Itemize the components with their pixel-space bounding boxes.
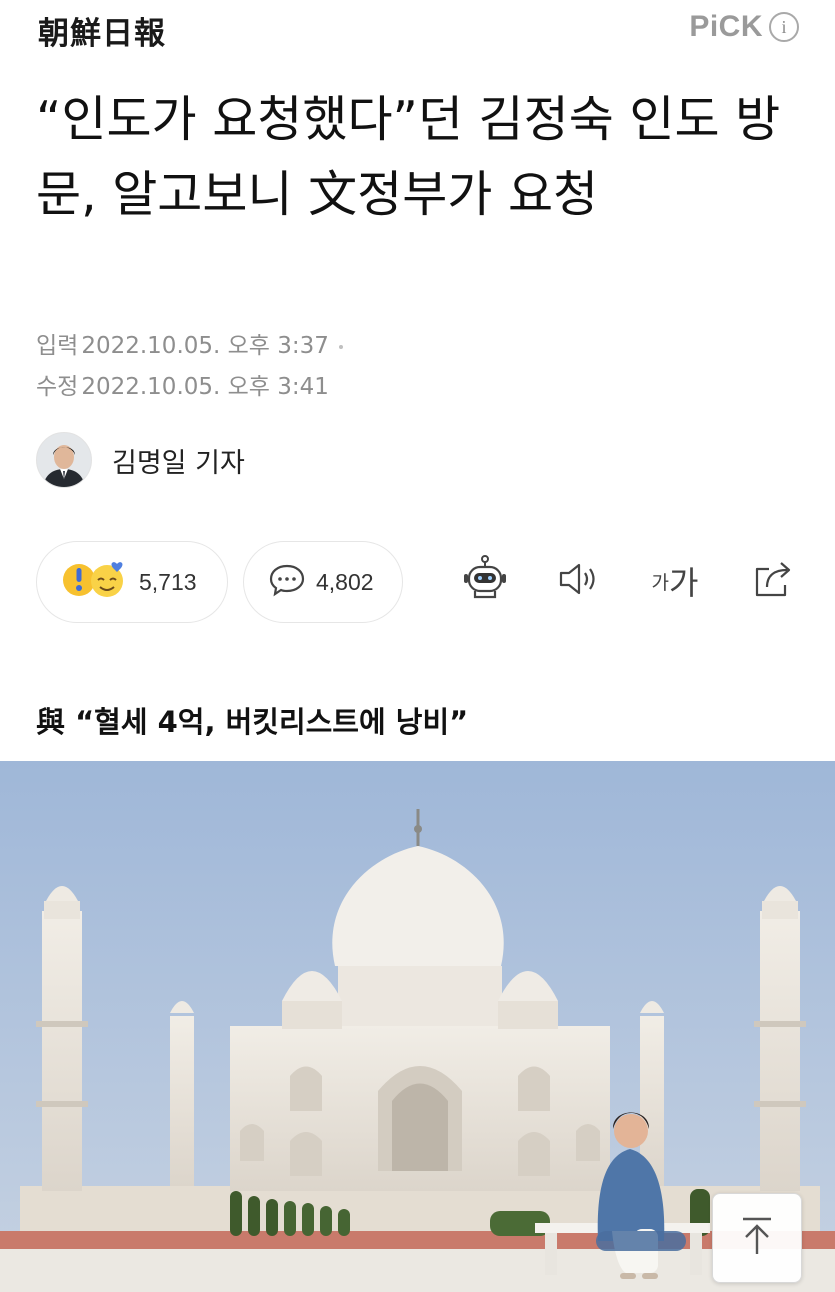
- share-button[interactable]: [745, 553, 801, 609]
- published-value: 2022.10.05. 오후 3:37: [81, 333, 329, 359]
- comments-button[interactable]: 4,802: [243, 541, 403, 623]
- modified-label: 수정: [36, 374, 79, 400]
- modified-date: 수정 2022.10.05. 오후 3:41: [36, 367, 343, 408]
- published-date: 입력 2022.10.05. 오후 3:37: [36, 326, 343, 367]
- article-subheading: 與 “혈세 4억, 버킷리스트에 낭비”: [36, 705, 469, 739]
- article-photo: [0, 761, 835, 1292]
- font-size-large-label: 가: [669, 564, 699, 602]
- speech-bubble-icon: [268, 562, 306, 602]
- top-bar: 朝鮮日報 PiCK i: [0, 0, 835, 60]
- share-icon: [749, 557, 797, 605]
- modified-value: 2022.10.05. 오후 3:41: [81, 374, 329, 400]
- comments-count: 4,802: [316, 568, 374, 595]
- scroll-top-button[interactable]: [712, 1193, 802, 1283]
- info-icon[interactable]: i: [769, 12, 799, 42]
- robot-summary-icon: [459, 553, 511, 609]
- pick-label: PiCK: [689, 10, 763, 43]
- emoji-reactions-icon: [61, 558, 129, 606]
- article-headline: “인도가 요청했다”던 김정숙 인도 방문, 알고보니 文정부가 요청: [36, 91, 781, 223]
- reactions-count: 5,713: [139, 568, 197, 595]
- pick-badge[interactable]: PiCK i: [689, 10, 799, 44]
- reactions-button[interactable]: 5,713: [36, 541, 228, 623]
- publisher-logo[interactable]: 朝鮮日報: [38, 8, 166, 53]
- separator-dot: [338, 344, 343, 349]
- summary-bot-button[interactable]: [457, 553, 513, 609]
- font-size-small-label: 가: [651, 571, 670, 594]
- font-size-button[interactable]: 가가: [644, 553, 706, 609]
- speaker-icon: [555, 559, 603, 603]
- reporter-name: 김명일 기자: [112, 447, 245, 479]
- reporter-avatar: [36, 432, 92, 488]
- published-label: 입력: [36, 333, 79, 359]
- article-dates: 입력 2022.10.05. 오후 3:37 수정 2022.10.05. 오후…: [36, 326, 343, 408]
- listen-button[interactable]: [551, 553, 607, 609]
- arrow-up-icon: [739, 1216, 775, 1260]
- reporter-byline[interactable]: 김명일 기자: [36, 432, 245, 488]
